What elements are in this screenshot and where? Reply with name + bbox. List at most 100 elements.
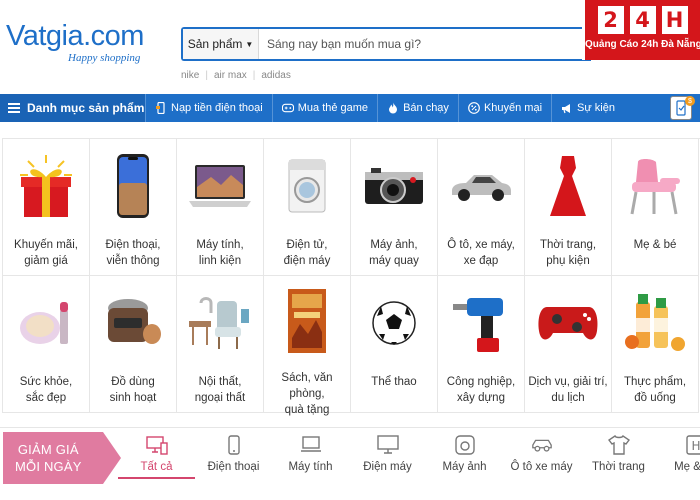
category-label: Thực phẩm, đồ uống [623,376,687,404]
deals-title-line1: GIẢM GIÁ [17,442,79,457]
site-logo[interactable]: Vatgia.com Happy shopping [6,20,156,70]
logo-tagline: Happy shopping [68,52,141,64]
category-item-services[interactable]: Dịch vụ, giải trí, du lịch [525,276,612,413]
tab-baby[interactable]: H Mẹ & bé [657,434,700,479]
category-item-household[interactable]: Đồ dùng sinh hoạt [90,276,177,413]
suggest-tag[interactable]: nike [181,70,199,81]
caret-down-icon: ▼ [245,39,254,49]
tv-icon [376,434,399,456]
search-category-select[interactable]: Sản phẩm ▼ [183,29,259,59]
nav-item-game-card[interactable]: Mua thẻ game [271,94,377,122]
tab-phones[interactable]: Điện thoại [195,434,272,479]
stroller-icon: H [685,434,700,456]
search-input[interactable] [259,29,591,59]
category-label: Đồ dùng sinh hoạt [109,376,157,404]
hamburger-icon [8,103,20,113]
tab-all[interactable]: Tất cả [118,434,195,479]
flame-icon [387,102,399,114]
category-item-industrial[interactable]: Công nghiệp, xây dựng [438,276,525,413]
suggest-tag[interactable]: air max [214,70,247,81]
category-label: Nội thất, ngoại thất [194,376,246,404]
smartphone-icon [98,151,168,221]
daily-deals-section: GIẢM GIÁ MỖI NGÀY Tất cả Điện thoại Máy … [0,427,700,500]
gift-box-icon [11,151,81,221]
category-item-sports[interactable]: Thể thao [351,276,438,413]
tab-label: Mẹ & bé [674,461,700,473]
category-label: Máy tính, linh kiện [196,239,244,267]
svg-text:H: H [691,439,700,453]
category-item-beauty[interactable]: Sức khỏe, sắc đẹp [3,276,90,413]
tab-label: Máy ảnh [442,461,487,473]
tab-fashion[interactable]: Thời trang [580,434,657,479]
category-label: Điện tử, điện máy [283,239,331,267]
baby-chair-icon [620,151,690,221]
nav-item-promotions[interactable]: Khuyến mại [457,94,551,122]
book-icon [272,288,342,354]
category-item-fashion[interactable]: Thời trang, phụ kiện [525,139,612,276]
camera-icon [454,434,476,456]
search-category-label: Sản phẩm [187,37,243,51]
tab-label: Tất cả [140,461,173,473]
search-bar: Sản phẩm ▼ [181,27,591,61]
category-label: Thời trang, phụ kiện [539,239,597,267]
suggest-tag[interactable]: adidas [261,70,290,81]
gamepad-icon [281,102,294,114]
promo-watermark: 2 4 H Quảng Cáo 24h Đà Nẵng [582,0,700,60]
shirt-icon [607,434,630,456]
tag-separator: | [252,70,256,81]
nav-item-best-sellers[interactable]: Bán chạy [377,94,458,122]
nav-item-topup[interactable]: Nạp tiền điện thoại [145,94,272,122]
nav-item-label: Sự kiện [577,102,615,114]
promo-box: 4 [629,6,656,34]
category-label: Mẹ & bé [633,239,677,251]
category-menu-button[interactable]: Danh mục sản phẩm [0,94,145,122]
smartphone-icon [223,434,245,456]
tab-computers[interactable]: Máy tính [272,434,349,479]
nav-item-label: Bán chạy [403,102,449,114]
nav-item-events[interactable]: Sự kiện [551,94,624,122]
category-item-books[interactable]: Sách, văn phòng, quà tặng [264,276,351,416]
category-item-vehicles[interactable]: Ô tô, xe máy, xe đạp [438,139,525,276]
tag-separator: | [205,70,208,81]
category-item-baby[interactable]: Mẹ & bé [612,139,699,276]
nav-item-label: Mua thẻ game [297,102,369,114]
notification-badge: $ [685,96,695,106]
site-header: Vatgia.com Happy shopping Sản phẩm ▼ nik… [0,0,700,92]
tab-label: Ô tô xe máy [510,461,573,473]
category-item-food[interactable]: Thực phẩm, đồ uống [612,276,699,413]
phone-topup-icon [155,102,167,114]
tab-label: Điện máy [363,461,412,473]
tab-label: Điện thoại [207,461,260,473]
car-icon [531,434,553,456]
category-item-promotions[interactable]: Khuyến mãi, giảm giá [3,139,90,276]
juice-bottles-icon [620,288,690,358]
tab-label: Thời trang [592,461,645,473]
category-item-phones[interactable]: Điện thoại, viễn thông [90,139,177,276]
category-item-cameras[interactable]: Máy ảnh, máy quay [351,139,438,276]
cosmetics-icon [11,288,81,358]
category-item-electronics[interactable]: Điện tử, điện máy [264,139,351,276]
deals-title-line2: MỖI NGÀY [15,459,82,474]
nav-item-label: Khuyến mại [483,102,543,114]
camera-icon [359,151,429,221]
tab-vehicles[interactable]: Ô tô xe máy [503,434,580,479]
game-controller-icon [533,288,603,358]
deal-tabs: Tất cả Điện thoại Máy tính Điện máy Máy … [118,434,700,479]
rice-cooker-icon [98,288,168,358]
football-icon [359,288,429,358]
tab-electronics[interactable]: Điện máy [349,434,426,479]
category-label: Sách, văn phòng, quà tặng [281,372,333,416]
mobile-app-icon[interactable]: $ [670,96,695,120]
category-label: Thể thao [371,376,417,388]
discount-icon [468,102,480,114]
category-label: Sức khỏe, sắc đẹp [19,376,73,404]
laptop-icon [300,434,322,456]
category-item-furniture[interactable]: Nội thất, ngoại thất [177,276,264,413]
main-navbar: Danh mục sản phẩm Nạp tiền điện thoại Mu… [0,94,700,122]
category-label: Khuyến mãi, giảm giá [14,239,78,267]
car-icon [446,151,516,221]
tab-cameras[interactable]: Máy ảnh [426,434,503,479]
category-item-computers[interactable]: Máy tính, linh kiện [177,139,264,276]
category-label: Điện thoại, viễn thông [105,239,161,267]
promo-box: H [661,6,688,34]
